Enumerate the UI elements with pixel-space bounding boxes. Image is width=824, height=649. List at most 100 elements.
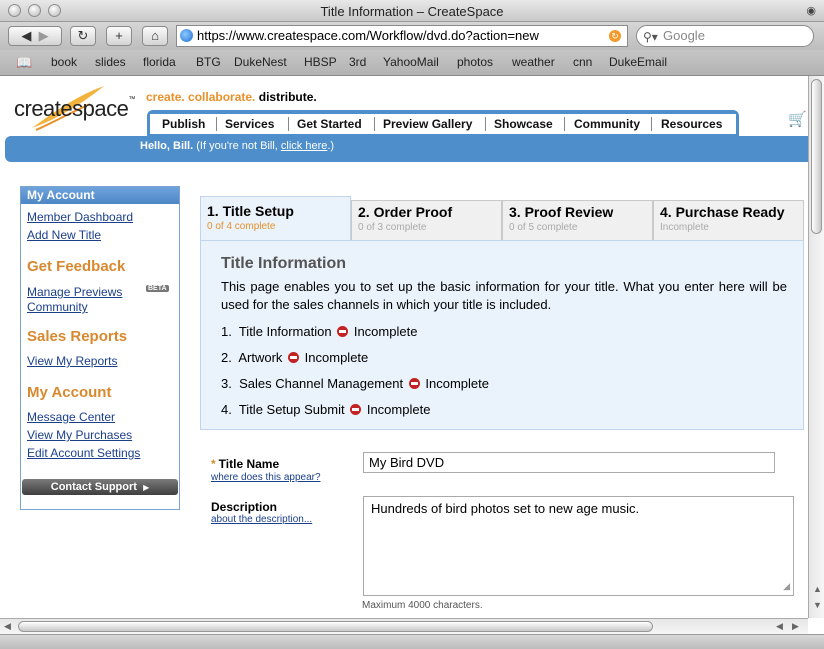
sidebar-link-member-dashboard[interactable]: Member Dashboard [27, 210, 133, 224]
nav-resources[interactable]: Resources [661, 117, 722, 131]
checklist-item: 2. Artwork Incomplete [221, 350, 369, 365]
tab-purchase-ready[interactable]: 4. Purchase Ready Incomplete [653, 200, 804, 242]
home-button[interactable]: ⌂ [142, 26, 168, 46]
title-help-link[interactable]: where does this appear? [211, 472, 321, 483]
browser-toolbar: ◀ ▶ ↻ + ⌂ https://www.createspace.com/Wo… [0, 22, 824, 50]
horizontal-scroll-thumb[interactable] [18, 621, 653, 632]
createspace-logo[interactable]: createspace™ [14, 96, 135, 122]
nav-separator [564, 117, 565, 131]
lock-icon: ◉ [806, 5, 816, 17]
resize-grip-icon[interactable]: ◢ [783, 581, 790, 592]
incomplete-icon [350, 404, 362, 415]
bookmark-item[interactable]: 3rd [349, 55, 366, 69]
panel-title: Title Information [221, 255, 347, 272]
window-title: Title Information – CreateSpace [320, 4, 504, 19]
shopping-cart-icon[interactable]: 🛒 [788, 110, 807, 128]
window-titlebar: Title Information – CreateSpace ◉ [0, 0, 824, 22]
main-nav: Publish Services Get Started Preview Gal… [150, 114, 736, 134]
bookmark-item[interactable]: slides [95, 55, 126, 69]
checklist-item: 1. Title Information Incomplete [221, 324, 418, 339]
new-tab-button[interactable]: + [106, 26, 132, 46]
contact-support-button[interactable]: Contact Support ▶ [22, 479, 178, 495]
title-name-input[interactable]: My Bird DVD [363, 452, 775, 473]
bookmark-item[interactable]: HBSP [304, 55, 337, 69]
sidebar-heading-feedback: Get Feedback [27, 258, 126, 275]
sidebar-link-community[interactable]: Community [27, 300, 88, 314]
globe-icon [180, 29, 193, 42]
user-bar [5, 136, 808, 162]
description-help-link[interactable]: about the description... [211, 514, 312, 525]
sidebar-link-edit-account[interactable]: Edit Account Settings [27, 446, 140, 460]
bookmark-item[interactable]: cnn [573, 55, 592, 69]
tab-order-proof[interactable]: 2. Order Proof 0 of 3 complete [351, 200, 502, 242]
search-placeholder: Google [663, 28, 705, 43]
checklist-item: 3. Sales Channel Management Incomplete [221, 376, 489, 391]
checklist-item: 4. Title Setup Submit Incomplete [221, 402, 431, 417]
incomplete-icon [288, 352, 300, 363]
nav-showcase[interactable]: Showcase [494, 117, 553, 131]
beta-badge: BETA [146, 285, 169, 292]
sidebar-link-message-center[interactable]: Message Center [27, 410, 115, 424]
back-arrow-icon[interactable]: ◀ [21, 28, 31, 43]
tab-title-setup[interactable]: 1. Title Setup 0 of 4 complete [200, 196, 351, 240]
bookmarks-bar: 📖 book slides florida BTG DukeNest HBSP … [0, 50, 824, 76]
plus-icon: + [115, 28, 123, 43]
sidebar-heading-my-account: My Account [27, 384, 112, 401]
horizontal-scrollbar[interactable]: ◀ ◀ ▶ [0, 618, 808, 634]
scroll-right-arrow-icon[interactable]: ▶ [792, 621, 799, 632]
incomplete-icon [408, 378, 420, 389]
search-icon: ⚲▾ [643, 30, 658, 44]
scroll-left-arrow-icon[interactable]: ◀ [776, 621, 783, 632]
nav-community[interactable]: Community [574, 117, 640, 131]
reload-icon: ↻ [77, 28, 89, 43]
sidebar-heading-sales-reports: Sales Reports [27, 328, 128, 345]
nav-preview-gallery[interactable]: Preview Gallery [383, 117, 472, 131]
tab-proof-review[interactable]: 3. Proof Review 0 of 5 complete [502, 200, 653, 242]
sidebar-link-manage-previews[interactable]: Manage Previews [27, 285, 122, 299]
address-bar[interactable]: https://www.createspace.com/Workflow/dvd… [176, 25, 628, 47]
bookmark-item[interactable]: weather [512, 55, 555, 69]
scroll-up-arrow-icon[interactable]: ▲ [813, 584, 822, 594]
description-label: Description [211, 500, 278, 514]
bookmark-item[interactable]: BTG [196, 55, 221, 69]
home-icon: ⌂ [151, 28, 159, 43]
page-content: createspace™ create. collaborate. distri… [0, 76, 808, 618]
sidebar-link-add-new-title[interactable]: Add New Title [27, 228, 101, 242]
rss-icon[interactable]: ↻ [609, 30, 621, 42]
nav-separator [216, 117, 217, 131]
vertical-scroll-thumb[interactable] [811, 79, 822, 234]
bookmark-item[interactable]: DukeEmail [609, 55, 667, 69]
scroll-down-arrow-icon[interactable]: ▼ [813, 600, 822, 610]
bookmark-item[interactable]: florida [143, 55, 176, 69]
nav-services[interactable]: Services [225, 117, 274, 131]
back-forward-buttons[interactable]: ◀ ▶ [8, 26, 62, 46]
forward-arrow-icon[interactable]: ▶ [39, 28, 49, 43]
panel-description: This page enables you to set up the basi… [221, 279, 787, 312]
bookmark-item[interactable]: DukeNest [234, 55, 287, 69]
sidebar-link-view-reports[interactable]: View My Reports [27, 354, 117, 368]
nav-separator [288, 117, 289, 131]
sidebar-link-view-purchases[interactable]: View My Purchases [27, 428, 132, 442]
description-textarea[interactable]: Hundreds of bird photos set to new age m… [363, 496, 794, 596]
title-name-label: * Title Name [211, 457, 280, 471]
status-bar [0, 634, 824, 649]
vertical-scrollbar[interactable]: ▲ ▼ [808, 76, 824, 618]
bookmark-item[interactable]: photos [457, 55, 493, 69]
not-me-link[interactable]: click here [281, 140, 327, 152]
nav-get-started[interactable]: Get Started [297, 117, 362, 131]
bookmarks-book-icon[interactable]: 📖 [16, 55, 32, 71]
reload-button[interactable]: ↻ [70, 26, 96, 46]
bookmark-item[interactable]: book [51, 55, 77, 69]
bookmark-item[interactable]: YahooMail [383, 55, 439, 69]
nav-publish[interactable]: Publish [162, 117, 205, 131]
nav-separator [651, 117, 652, 131]
nav-separator [485, 117, 486, 131]
search-field[interactable]: ⚲▾ Google [636, 25, 814, 47]
url-text: https://www.createspace.com/Workflow/dvd… [197, 28, 539, 43]
scroll-left-arrow-icon[interactable]: ◀ [4, 621, 11, 632]
incomplete-icon [337, 326, 349, 337]
tagline-part2: distribute. [258, 90, 317, 104]
title-info-panel: Title Information This page enables you … [200, 240, 804, 430]
tagline: create. collaborate. distribute. [146, 90, 317, 104]
arrow-right-icon: ▶ [143, 483, 150, 492]
